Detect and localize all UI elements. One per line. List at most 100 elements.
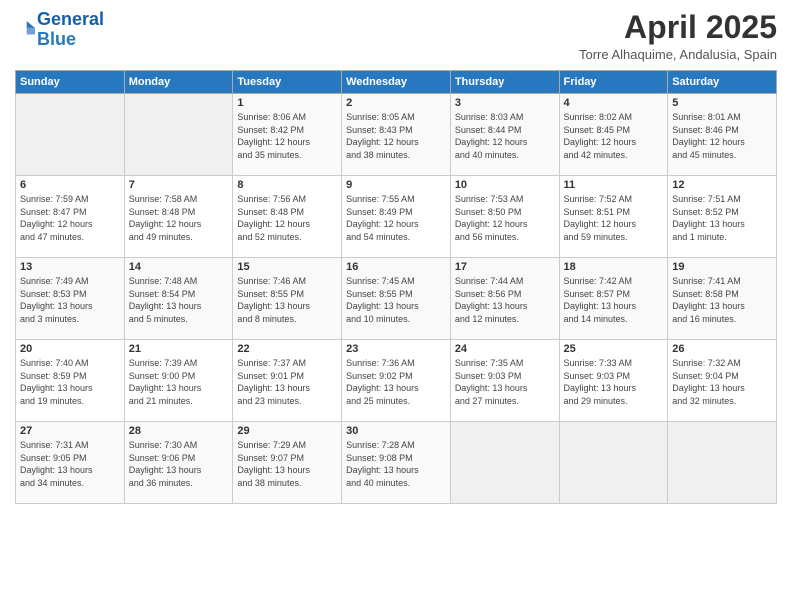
day-number: 25: [564, 343, 664, 355]
day-info: Sunrise: 7:53 AM Sunset: 8:50 PM Dayligh…: [455, 193, 555, 243]
day-number: 21: [129, 343, 229, 355]
calendar-cell: 12 Sunrise: 7:51 AM Sunset: 8:52 PM Dayli…: [668, 176, 777, 258]
day-number: 13: [20, 261, 120, 273]
calendar-cell: 30Sunrise: 7:28 AM Sunset: 9:08 PM Dayli…: [342, 422, 451, 504]
header-sunday: Sunday: [16, 71, 125, 94]
header-wednesday: Wednesday: [342, 71, 451, 94]
day-number: 26: [672, 343, 772, 355]
day-info: Sunrise: 7:49 AM Sunset: 8:53 PM Dayligh…: [20, 275, 120, 325]
day-number: 1: [237, 97, 337, 109]
calendar-cell: [450, 422, 559, 504]
day-number: 3: [455, 97, 555, 109]
day-info: Sunrise: 7:59 AM Sunset: 8:47 PM Dayligh…: [20, 193, 120, 243]
day-number: 24: [455, 343, 555, 355]
calendar-cell: [16, 94, 125, 176]
calendar-cell: 9 Sunrise: 7:55 AM Sunset: 8:49 PM Daylig…: [342, 176, 451, 258]
calendar-cell: 1Sunrise: 8:06 AM Sunset: 8:42 PM Daylig…: [233, 94, 342, 176]
calendar-cell: 19 Sunrise: 7:41 AM Sunset: 8:58 PM Dayli…: [668, 258, 777, 340]
calendar-cell: [559, 422, 668, 504]
calendar-cell: 25 Sunrise: 7:33 AM Sunset: 9:03 PM Dayli…: [559, 340, 668, 422]
day-number: 4: [564, 97, 664, 109]
calendar-cell: 28 Sunrise: 7:30 AM Sunset: 9:06 PM Dayli…: [124, 422, 233, 504]
day-number: 23: [346, 343, 446, 355]
day-info: Sunrise: 8:02 AM Sunset: 8:45 PM Dayligh…: [564, 111, 664, 161]
calendar-cell: 16 Sunrise: 7:45 AM Sunset: 8:55 PM Dayli…: [342, 258, 451, 340]
calendar-cell: 21 Sunrise: 7:39 AM Sunset: 9:00 PM Dayli…: [124, 340, 233, 422]
day-info: Sunrise: 7:42 AM Sunset: 8:57 PM Dayligh…: [564, 275, 664, 325]
day-number: 29: [237, 425, 337, 437]
calendar-cell: 11Sunrise: 7:52 AM Sunset: 8:51 PM Dayli…: [559, 176, 668, 258]
day-info: Sunrise: 7:31 AM Sunset: 9:05 PM Dayligh…: [20, 439, 120, 489]
day-info: Sunrise: 8:01 AM Sunset: 8:46 PM Dayligh…: [672, 111, 772, 161]
location: Torre Alhaquime, Andalusia, Spain: [579, 47, 777, 62]
header-saturday: Saturday: [668, 71, 777, 94]
calendar-cell: 15 Sunrise: 7:46 AM Sunset: 8:55 PM Dayli…: [233, 258, 342, 340]
day-number: 14: [129, 261, 229, 273]
month-title: April 2025: [579, 10, 777, 45]
calendar-cell: 18 Sunrise: 7:42 AM Sunset: 8:57 PM Dayli…: [559, 258, 668, 340]
day-number: 10: [455, 179, 555, 191]
day-number: 19: [672, 261, 772, 273]
calendar-cell: 3 Sunrise: 8:03 AM Sunset: 8:44 PM Daylig…: [450, 94, 559, 176]
calendar: Sunday Monday Tuesday Wednesday Thursday…: [15, 70, 777, 504]
calendar-cell: 4 Sunrise: 8:02 AM Sunset: 8:45 PM Daylig…: [559, 94, 668, 176]
calendar-cell: 14Sunrise: 7:48 AM Sunset: 8:54 PM Dayli…: [124, 258, 233, 340]
header-tuesday: Tuesday: [233, 71, 342, 94]
day-info: Sunrise: 7:39 AM Sunset: 9:00 PM Dayligh…: [129, 357, 229, 407]
day-info: Sunrise: 7:32 AM Sunset: 9:04 PM Dayligh…: [672, 357, 772, 407]
weekday-header-row: Sunday Monday Tuesday Wednesday Thursday…: [16, 71, 777, 94]
day-number: 22: [237, 343, 337, 355]
calendar-cell: 7 Sunrise: 7:58 AM Sunset: 8:48 PM Daylig…: [124, 176, 233, 258]
day-number: 6: [20, 179, 120, 191]
day-info: Sunrise: 7:33 AM Sunset: 9:03 PM Dayligh…: [564, 357, 664, 407]
logo: General Blue: [15, 10, 104, 50]
day-info: Sunrise: 7:30 AM Sunset: 9:06 PM Dayligh…: [129, 439, 229, 489]
calendar-cell: 5 Sunrise: 8:01 AM Sunset: 8:46 PM Daylig…: [668, 94, 777, 176]
day-info: Sunrise: 7:37 AM Sunset: 9:01 PM Dayligh…: [237, 357, 337, 407]
day-number: 7: [129, 179, 229, 191]
calendar-cell: 10 Sunrise: 7:53 AM Sunset: 8:50 PM Dayli…: [450, 176, 559, 258]
day-info: Sunrise: 7:44 AM Sunset: 8:56 PM Dayligh…: [455, 275, 555, 325]
day-info: Sunrise: 7:29 AM Sunset: 9:07 PM Dayligh…: [237, 439, 337, 489]
day-info: Sunrise: 7:51 AM Sunset: 8:52 PM Dayligh…: [672, 193, 772, 243]
calendar-cell: 27 Sunrise: 7:31 AM Sunset: 9:05 PM Dayli…: [16, 422, 125, 504]
calendar-cell: 29 Sunrise: 7:29 AM Sunset: 9:07 PM Dayli…: [233, 422, 342, 504]
calendar-week-row: 27 Sunrise: 7:31 AM Sunset: 9:05 PM Dayli…: [16, 422, 777, 504]
calendar-cell: 17Sunrise: 7:44 AM Sunset: 8:56 PM Dayli…: [450, 258, 559, 340]
calendar-cell: [124, 94, 233, 176]
day-info: Sunrise: 7:55 AM Sunset: 8:49 PM Dayligh…: [346, 193, 446, 243]
calendar-week-row: 6 Sunrise: 7:59 AM Sunset: 8:47 PM Daylig…: [16, 176, 777, 258]
calendar-cell: 8Sunrise: 7:56 AM Sunset: 8:48 PM Daylig…: [233, 176, 342, 258]
calendar-week-row: 13 Sunrise: 7:49 AM Sunset: 8:53 PM Dayli…: [16, 258, 777, 340]
day-info: Sunrise: 7:58 AM Sunset: 8:48 PM Dayligh…: [129, 193, 229, 243]
header-friday: Friday: [559, 71, 668, 94]
calendar-week-row: 1Sunrise: 8:06 AM Sunset: 8:42 PM Daylig…: [16, 94, 777, 176]
day-number: 15: [237, 261, 337, 273]
day-number: 9: [346, 179, 446, 191]
day-number: 18: [564, 261, 664, 273]
day-number: 16: [346, 261, 446, 273]
day-number: 12: [672, 179, 772, 191]
day-info: Sunrise: 7:41 AM Sunset: 8:58 PM Dayligh…: [672, 275, 772, 325]
day-info: Sunrise: 7:40 AM Sunset: 8:59 PM Dayligh…: [20, 357, 120, 407]
calendar-cell: 6 Sunrise: 7:59 AM Sunset: 8:47 PM Daylig…: [16, 176, 125, 258]
day-number: 5: [672, 97, 772, 109]
day-info: Sunrise: 8:05 AM Sunset: 8:43 PM Dayligh…: [346, 111, 446, 161]
day-info: Sunrise: 7:36 AM Sunset: 9:02 PM Dayligh…: [346, 357, 446, 407]
day-info: Sunrise: 7:45 AM Sunset: 8:55 PM Dayligh…: [346, 275, 446, 325]
day-number: 27: [20, 425, 120, 437]
calendar-cell: 13 Sunrise: 7:49 AM Sunset: 8:53 PM Dayli…: [16, 258, 125, 340]
day-info: Sunrise: 7:35 AM Sunset: 9:03 PM Dayligh…: [455, 357, 555, 407]
calendar-cell: 26 Sunrise: 7:32 AM Sunset: 9:04 PM Dayli…: [668, 340, 777, 422]
logo-text: General Blue: [37, 10, 104, 50]
day-info: Sunrise: 8:03 AM Sunset: 8:44 PM Dayligh…: [455, 111, 555, 161]
day-info: Sunrise: 7:46 AM Sunset: 8:55 PM Dayligh…: [237, 275, 337, 325]
day-number: 11: [564, 179, 664, 191]
calendar-cell: [668, 422, 777, 504]
day-number: 28: [129, 425, 229, 437]
calendar-cell: 24 Sunrise: 7:35 AM Sunset: 9:03 PM Dayli…: [450, 340, 559, 422]
day-info: Sunrise: 7:56 AM Sunset: 8:48 PM Dayligh…: [237, 193, 337, 243]
day-info: Sunrise: 7:28 AM Sunset: 9:08 PM Dayligh…: [346, 439, 446, 489]
calendar-cell: 2Sunrise: 8:05 AM Sunset: 8:43 PM Daylig…: [342, 94, 451, 176]
page-header: General Blue April 2025 Torre Alhaquime,…: [15, 10, 777, 62]
